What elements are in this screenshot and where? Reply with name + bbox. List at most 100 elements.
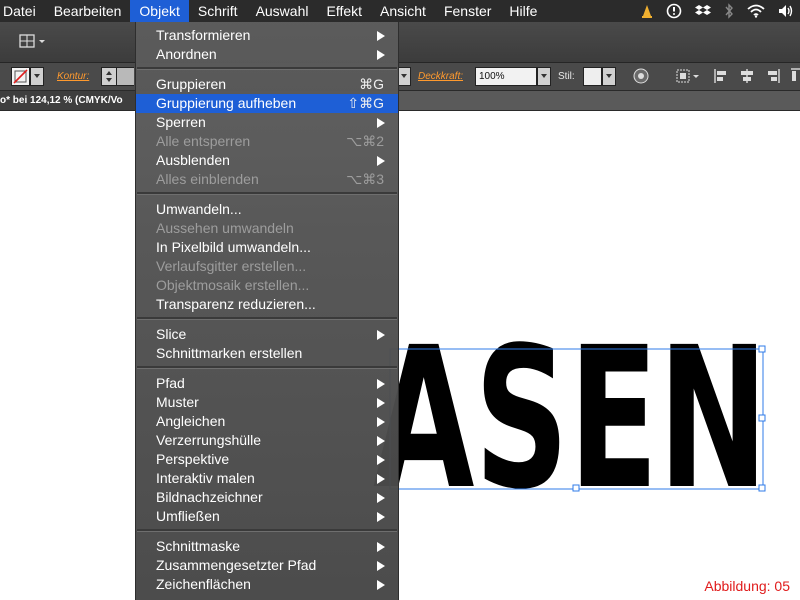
submenu-arrow-icon [377, 493, 385, 503]
align-top-icon[interactable] [790, 67, 800, 85]
menu-item-label: Schnittmarken erstellen [156, 345, 303, 361]
menu-fenster[interactable]: Fenster [435, 0, 500, 22]
menu-item-label: Objektmosaik erstellen... [156, 277, 310, 293]
menu-item-zeichenflaechen[interactable]: Zeichenflächen [136, 575, 398, 594]
recolor-artwork-icon[interactable] [632, 67, 650, 85]
menu-item-objektmosaik-erstellen: Objektmosaik erstellen... [136, 276, 398, 295]
align-center-icon[interactable] [739, 67, 755, 85]
stroke-weight-input[interactable] [116, 67, 134, 86]
menu-item-ausblenden[interactable]: Ausblenden [136, 151, 398, 170]
submenu-arrow-icon [377, 118, 385, 128]
menu-item-gruppieren[interactable]: Gruppieren ⌘G [136, 75, 398, 94]
menu-item-sperren[interactable]: Sperren [136, 113, 398, 132]
menu-separator [137, 317, 397, 320]
deckkraft-label[interactable]: Deckkraft: [418, 71, 463, 82]
menu-item-zusammengesetzter-pfad[interactable]: Zusammengesetzter Pfad [136, 556, 398, 575]
menu-separator [137, 192, 397, 195]
menu-item-label: Anordnen [156, 46, 217, 62]
figure-caption: Abbildung: 05 [704, 578, 790, 594]
selected-text-artwork[interactable]: ASEN [0, 111, 800, 600]
status-icons [641, 0, 794, 22]
bluetooth-icon[interactable] [724, 3, 734, 19]
workspace-layout-icon[interactable] [18, 32, 50, 52]
menu-objekt[interactable]: Objekt [130, 0, 189, 22]
clock-icon[interactable] [666, 3, 682, 19]
submenu-arrow-icon [377, 561, 385, 571]
wifi-icon[interactable] [747, 4, 765, 18]
menu-ansicht[interactable]: Ansicht [371, 0, 435, 22]
menu-item-label: Schnittmaske [156, 538, 241, 554]
stroke-weight-stepper[interactable] [101, 67, 117, 86]
menu-item-gruppierung-aufheben[interactable]: Gruppierung aufheben ⇧⌘G [136, 94, 398, 113]
opacity-value: 100% [479, 71, 505, 82]
menu-hilfe[interactable]: Hilfe [500, 0, 546, 22]
menu-schrift[interactable]: Schrift [189, 0, 247, 22]
menu-item-shortcut: ⌥⌘2 [346, 133, 384, 149]
menu-item-bildnachzeichner[interactable]: Bildnachzeichner [136, 488, 398, 507]
style-dropdown[interactable] [602, 67, 616, 86]
alert-cone-icon[interactable] [641, 4, 653, 19]
menu-item-label: Perspektive [156, 451, 230, 467]
objekt-menu: Transformieren Anordnen Gruppieren ⌘G Gruppi… [135, 22, 399, 600]
opacity-dropdown[interactable] [537, 67, 551, 86]
style-swatch[interactable] [583, 67, 602, 86]
menu-item-interaktiv-malen[interactable]: Interaktiv malen [136, 469, 398, 488]
submenu-arrow-icon [377, 512, 385, 522]
menu-item-aussehen-umwandeln: Aussehen umwandeln [136, 219, 398, 238]
menu-item-muster[interactable]: Muster [136, 393, 398, 412]
volume-icon[interactable] [778, 4, 794, 18]
menubar: Datei Bearbeiten Objekt Schrift Auswahl … [0, 0, 800, 22]
menu-separator [137, 529, 397, 532]
menu-item-perspektive[interactable]: Perspektive [136, 450, 398, 469]
menu-item-pfad[interactable]: Pfad [136, 374, 398, 393]
document-tab[interactable]: o* bei 124,12 % (CMYK/Vo [0, 91, 140, 110]
menu-item-label: Ausblenden [156, 152, 230, 168]
menu-item-transformieren[interactable]: Transformieren [136, 26, 398, 45]
menu-item-label: Bildnachzeichner [156, 489, 263, 505]
menu-bearbeiten[interactable]: Bearbeiten [45, 0, 131, 22]
submenu-arrow-icon [377, 542, 385, 552]
submenu-arrow-icon [377, 580, 385, 590]
submenu-arrow-icon [377, 474, 385, 484]
menu-item-schnittmaske[interactable]: Schnittmaske [136, 537, 398, 556]
kontur-label[interactable]: Kontur: [57, 71, 89, 82]
menu-item-transparenz-reduzieren[interactable]: Transparenz reduzieren... [136, 295, 398, 314]
stroke-dropdown[interactable] [30, 67, 44, 86]
menu-item-label: In Pixelbild umwandeln... [156, 239, 311, 255]
menu-item-label: Angleichen [156, 413, 226, 429]
submenu-arrow-icon [377, 379, 385, 389]
menu-item-label: Alle entsperren [156, 133, 251, 149]
canvas[interactable]: ASEN [0, 111, 800, 600]
menu-item-alles-einblenden: Alles einblenden ⌥⌘3 [136, 170, 398, 189]
align-options-icon[interactable] [674, 67, 702, 85]
dashes-dropdown[interactable] [397, 67, 411, 86]
menu-item-umfliessen[interactable]: Umfließen [136, 507, 398, 526]
submenu-arrow-icon [377, 31, 385, 41]
no-stroke-icon [13, 69, 28, 84]
stroke-swatch[interactable] [11, 67, 30, 86]
menu-item-label: Interaktiv malen [156, 470, 255, 486]
menu-item-slice[interactable]: Slice [136, 325, 398, 344]
menu-datei[interactable]: Datei [0, 0, 45, 22]
menu-separator [137, 366, 397, 369]
menu-effekt[interactable]: Effekt [317, 0, 371, 22]
menu-item-label: Alles einblenden [156, 171, 259, 187]
menu-item-label: Zeichenflächen [156, 576, 251, 592]
menu-item-schnittmarken-erstellen[interactable]: Schnittmarken erstellen [136, 344, 398, 363]
menu-item-angleichen[interactable]: Angleichen [136, 412, 398, 431]
menu-item-label: Aussehen umwandeln [156, 220, 294, 236]
menu-item-anordnen[interactable]: Anordnen [136, 45, 398, 64]
stepper-arrows-icon [106, 71, 112, 82]
submenu-arrow-icon [377, 398, 385, 408]
menu-item-umwandeln[interactable]: Umwandeln... [136, 200, 398, 219]
menu-item-alle-entsperren: Alle entsperren ⌥⌘2 [136, 132, 398, 151]
menu-item-in-pixelbild-umwandeln[interactable]: In Pixelbild umwandeln... [136, 238, 398, 257]
document-tab-bar: o* bei 124,12 % (CMYK/Vo [0, 91, 800, 111]
align-right-icon[interactable] [765, 67, 781, 85]
menu-item-label: Verzerrungshülle [156, 432, 262, 448]
dropbox-icon[interactable] [695, 4, 711, 18]
menu-auswahl[interactable]: Auswahl [247, 0, 318, 22]
align-left-icon[interactable] [713, 67, 729, 85]
opacity-input[interactable]: 100% [475, 67, 537, 86]
menu-item-verzerrungshuelle[interactable]: Verzerrungshülle [136, 431, 398, 450]
